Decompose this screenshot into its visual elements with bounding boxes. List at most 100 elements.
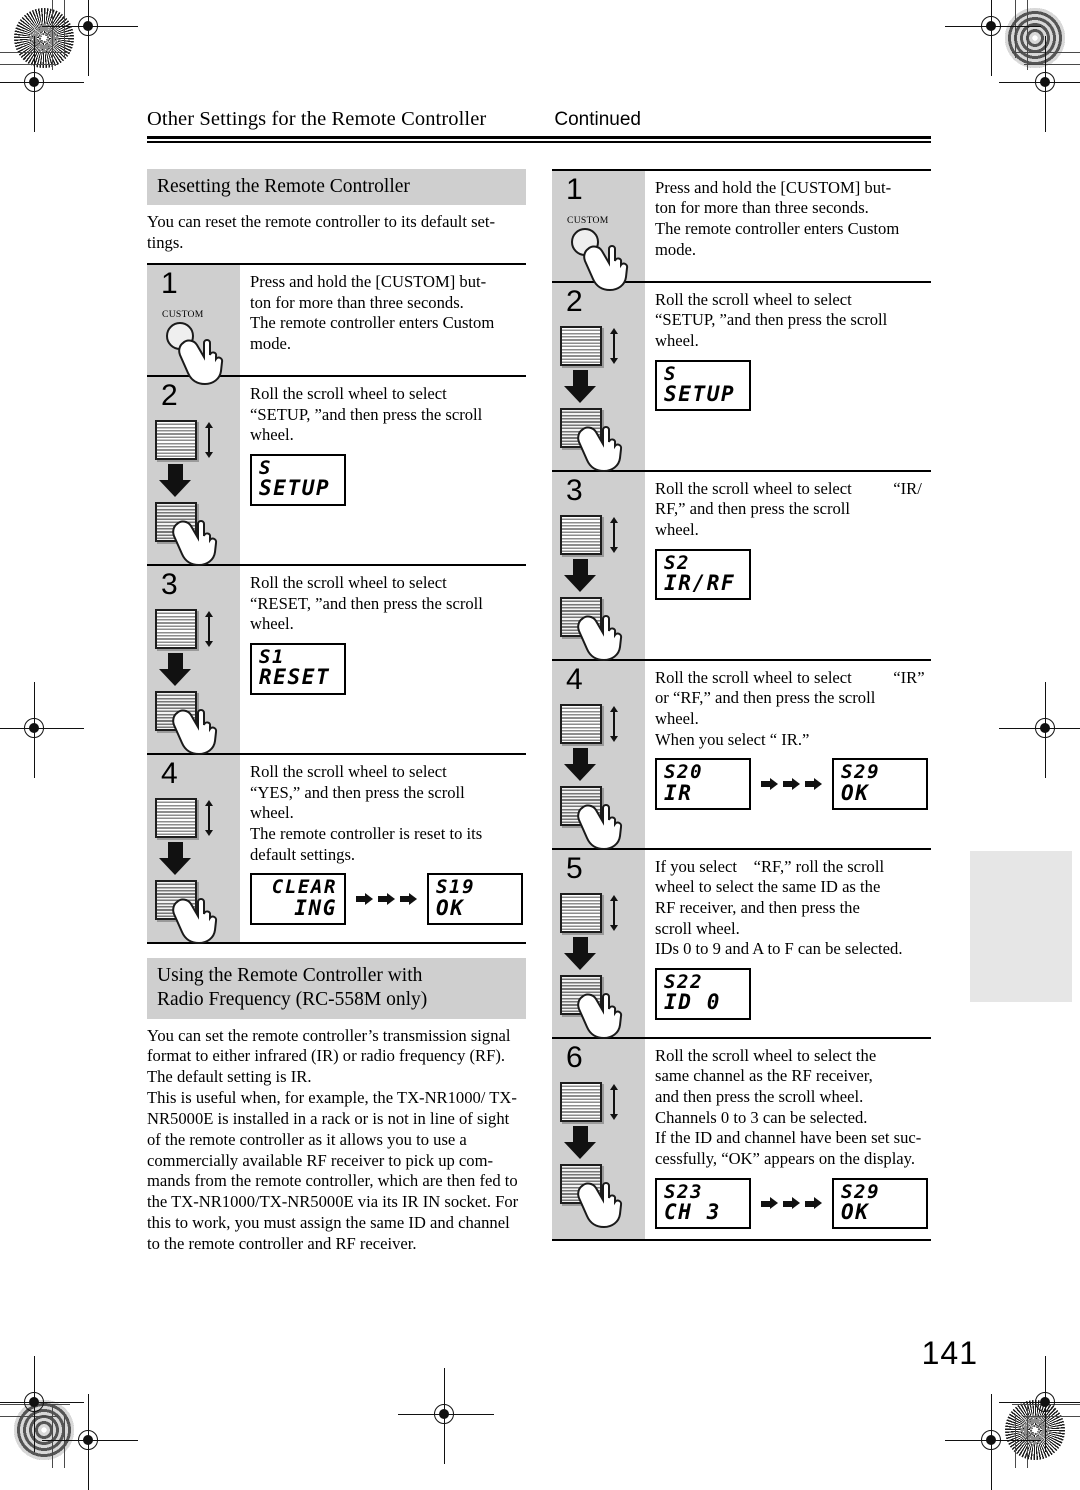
step-text-line: ton for more than three seconds. xyxy=(250,292,464,312)
rf-body-text: You can set the remote controller’s tran… xyxy=(147,1026,526,1255)
lcd-display: S SETUP xyxy=(250,454,346,506)
pointing-hand-icon xyxy=(576,987,630,1039)
page-content: Other Settings for the Remote Controller… xyxy=(147,108,934,1255)
pointing-hand-icon xyxy=(171,892,225,945)
step-body: Roll the scroll wheel to select “IR/RF,”… xyxy=(645,471,931,659)
pointing-hand-icon xyxy=(576,1176,630,1228)
step-number: 4 xyxy=(566,662,583,696)
right-arrow-icon xyxy=(378,892,395,906)
transition-arrows xyxy=(761,777,822,791)
registration-mark-middle-left xyxy=(0,682,84,778)
step-number-cell: 6 xyxy=(552,1039,645,1240)
right-arrow-icon xyxy=(400,892,417,906)
registration-mark-top-left-lower xyxy=(0,36,84,132)
right-arrow-icon xyxy=(783,1197,800,1210)
step-body: Roll the scroll wheel to select “YES,” an… xyxy=(240,755,529,943)
custom-button-label: CUSTOM xyxy=(567,214,609,226)
step-text-line: RF,” and then press the scroll xyxy=(655,499,850,519)
lcd-sequence: S SETUP xyxy=(250,454,520,506)
registration-mark-bottom-right-upper xyxy=(945,1394,1041,1490)
header-rule-thick xyxy=(147,136,931,140)
step-number: 1 xyxy=(161,267,178,301)
lcd-sequence: S20 IR S29 OK xyxy=(655,758,928,811)
step-text-line: scroll wheel. xyxy=(655,918,740,938)
up-down-arrow-icon xyxy=(204,800,214,837)
lcd-display: S20 IR xyxy=(655,758,751,811)
lcd-line-1: S19 xyxy=(436,876,476,899)
custom-button-glyph: CUSTOM xyxy=(558,214,644,291)
registration-mark-bottom-right xyxy=(999,1356,1080,1452)
lcd-line-2: OK xyxy=(436,895,465,920)
lcd-sequence: S2 IR/RF xyxy=(655,548,925,601)
right-steps-table: 1 CUSTOM Press and hold the [CUSTOM] but-t… xyxy=(552,168,934,1242)
scroll-wheel-glyph xyxy=(560,1081,640,1228)
up-down-arrow-icon xyxy=(609,327,619,364)
scroll-wheel-glyph xyxy=(155,798,235,945)
crop-line-right xyxy=(1027,0,1029,70)
step-text-line: RF receiver, and then press the xyxy=(655,897,860,917)
step-number-cell: 4 xyxy=(147,755,240,945)
scroll-wheel-roll-row xyxy=(155,798,235,839)
rf-heading-line2: Radio Frequency (RC-558M only) xyxy=(157,988,428,1010)
step-body: Press and hold the [CUSTOM] but-ton for … xyxy=(240,265,526,376)
intro-paragraph: You can reset the remote controller to i… xyxy=(147,212,496,253)
lcd-line-2: IR/RF xyxy=(664,571,736,596)
down-arrow-icon xyxy=(560,1125,602,1160)
page-number: 141 xyxy=(921,1335,978,1371)
lcd-sequence: S23 CH 3 S29 OK xyxy=(655,1177,928,1230)
down-arrow-icon xyxy=(560,369,602,404)
lcd-sequence: S22 ID 0 xyxy=(655,967,925,1020)
right-column: 1 CUSTOM Press and hold the [CUSTOM] but-t… xyxy=(552,168,934,1255)
step-text-line: Roll the scroll wheel to select “IR/ xyxy=(655,478,922,498)
lcd-line-2: OK xyxy=(841,1199,870,1224)
registration-mark-bottom-left-upper xyxy=(42,1394,138,1490)
rf-paragraph-1: You can set the remote controller’s tran… xyxy=(147,1025,511,1087)
step-number-cell: 2 xyxy=(552,283,645,472)
lcd-line-1: S29 xyxy=(841,761,881,784)
scroll-wheel-icon xyxy=(155,609,197,650)
step-number-cell: 3 xyxy=(147,566,240,756)
crop-line-left xyxy=(52,0,54,70)
left-steps-table: 1 CUSTOM Press and hold the [CUSTOM] but-t… xyxy=(147,263,529,945)
step-text-line: Press and hold the [CUSTOM] but- xyxy=(250,272,487,292)
section-heading-resetting: Resetting the Remote Controller xyxy=(147,168,526,206)
step-text-line: default settings. xyxy=(250,844,356,864)
instruction-step: 2 Roll the scroll wheel to select “SETUP, … xyxy=(147,377,526,567)
up-down-arrow-icon xyxy=(609,894,619,931)
step-text-line: mode. xyxy=(655,239,697,259)
step-text-line: same channel as the RF receiver, xyxy=(655,1066,873,1086)
step-number: 6 xyxy=(566,1040,583,1074)
step-text-line: If you select “RF,” roll the scroll xyxy=(655,856,885,876)
scroll-wheel-roll-row xyxy=(560,325,640,366)
lcd-sequence: S1 RESET xyxy=(250,643,520,695)
registration-rosette-top-right xyxy=(1005,8,1065,68)
lcd-line-2: SETUP xyxy=(259,476,331,501)
custom-button-glyph: CUSTOM xyxy=(153,309,239,386)
pointing-hand-icon xyxy=(576,798,630,850)
step-text-line: wheel. xyxy=(250,803,294,823)
crop-line-bottom-left-v xyxy=(52,1404,54,1468)
lcd-display: S1 RESET xyxy=(250,643,346,695)
up-down-arrow-icon xyxy=(609,1083,619,1120)
scroll-wheel-roll-row xyxy=(155,609,235,650)
scroll-wheel-roll-row xyxy=(560,514,640,555)
step-number: 1 xyxy=(566,172,583,206)
scroll-wheel-glyph xyxy=(560,325,640,472)
lcd-display: S29 OK xyxy=(832,758,928,811)
header-rule-thin xyxy=(147,141,931,143)
section-intro-text: You can reset the remote controller to i… xyxy=(147,212,526,254)
printed-page: Other Settings for the Remote Controller… xyxy=(0,0,1080,1490)
step-text-line: Roll the scroll wheel to select xyxy=(250,762,447,782)
right-arrow-icon xyxy=(805,777,822,791)
up-down-arrow-icon xyxy=(609,516,619,553)
scroll-wheel-glyph xyxy=(560,703,640,850)
registration-mark-bottom-center xyxy=(398,1368,494,1464)
step-text-line: wheel. xyxy=(655,708,699,728)
step-number: 3 xyxy=(566,473,583,507)
step-text-line: If the ID and channel have been set suc- xyxy=(655,1128,922,1148)
scroll-wheel-glyph xyxy=(560,514,640,661)
scroll-wheel-icon xyxy=(560,1081,602,1122)
down-arrow-icon xyxy=(560,558,602,593)
lcd-display: S SETUP xyxy=(655,359,751,412)
crop-line-left-2 xyxy=(64,0,66,58)
